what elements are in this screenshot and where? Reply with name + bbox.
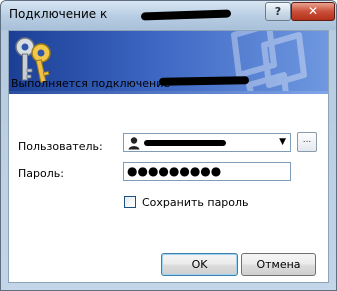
banner-strip bbox=[9, 91, 328, 94]
ok-button[interactable]: OK bbox=[161, 253, 238, 276]
chevron-down-icon[interactable]: ▼ bbox=[279, 137, 286, 147]
connect-dialog: Подключение к ? ✕ Выполняется подключени… bbox=[0, 0, 337, 291]
password-field[interactable]: ●●●●●●●●● bbox=[123, 162, 291, 181]
cancel-button[interactable]: Отмена bbox=[241, 253, 316, 276]
password-label: Пароль: bbox=[18, 167, 64, 180]
close-button[interactable]: ✕ bbox=[291, 2, 335, 21]
save-password-checkbox[interactable] bbox=[124, 196, 136, 208]
user-label: Пользователь: bbox=[18, 140, 103, 153]
help-button[interactable]: ? bbox=[265, 2, 291, 21]
dialog-body bbox=[8, 30, 329, 283]
connection-status-text: Выполняется подключение bbox=[11, 77, 171, 90]
title-bar[interactable]: Подключение к ? ✕ bbox=[1, 1, 336, 29]
window-title: Подключение к bbox=[9, 7, 108, 21]
user-combobox[interactable]: ▼ bbox=[123, 133, 291, 152]
save-password-label[interactable]: Сохранить пароль bbox=[142, 196, 249, 209]
redacted-server-name bbox=[140, 9, 232, 21]
redacted-username bbox=[144, 140, 226, 146]
redacted-server-address bbox=[158, 76, 250, 86]
user-icon bbox=[128, 137, 140, 150]
browse-users-button[interactable]: ... bbox=[297, 132, 317, 152]
